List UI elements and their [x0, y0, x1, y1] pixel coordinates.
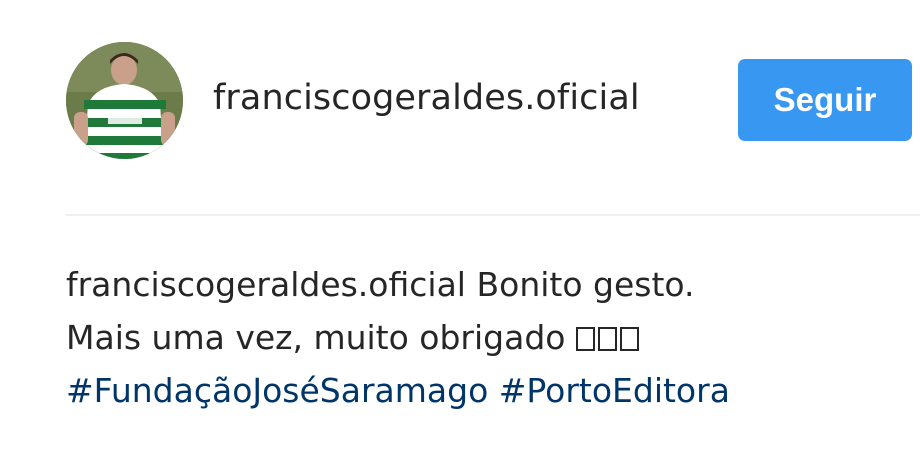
caption-line-2: Mais uma vez, muito obrigado [66, 311, 920, 364]
caption-author-link[interactable]: franciscogeraldes.oficial [66, 265, 466, 304]
unrendered-emoji-icon [575, 318, 642, 357]
caption-line-1: franciscogeraldes.oficial Bonito gesto. [66, 258, 920, 311]
profile-photo-icon [66, 42, 183, 159]
username-link[interactable]: franciscogeraldes.oficial [213, 78, 640, 118]
caption-hashtags: #FundaçãoJoséSaramago #PortoEditora [66, 364, 920, 417]
avatar[interactable] [66, 42, 183, 159]
follow-button[interactable]: Seguir [738, 59, 912, 141]
unrendered-emoji-icon [619, 327, 639, 351]
divider [66, 214, 920, 216]
caption-text-line-1: Bonito gesto. [476, 265, 695, 304]
unrendered-emoji-icon [597, 327, 617, 351]
caption-text-line-2: Mais uma vez, muito obrigado [66, 318, 566, 357]
unrendered-emoji-icon [575, 327, 595, 351]
clipped-next-comment [66, 437, 920, 451]
instagram-post-panel: franciscogeraldes.oficial Seguir francis… [0, 0, 920, 451]
post-header: franciscogeraldes.oficial Seguir [66, 42, 920, 160]
post-caption: franciscogeraldes.oficial Bonito gesto. … [66, 258, 920, 417]
hashtag-link[interactable]: #PortoEditora [499, 371, 730, 410]
hashtag-link[interactable]: #FundaçãoJoséSaramago [66, 371, 488, 410]
